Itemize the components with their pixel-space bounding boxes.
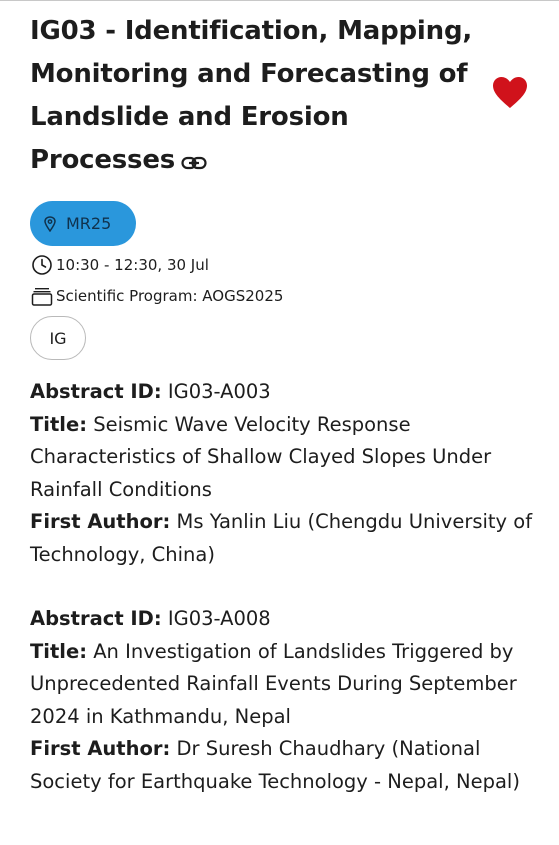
abstract-item: Abstract ID: IG03-A008 Title: An Investi… — [30, 603, 545, 798]
session-program: Scientific Program: AOGS2025 — [31, 285, 283, 307]
session-title-text: IG03 - Identification, Mapping, Monitori… — [30, 16, 473, 175]
clock-icon — [32, 255, 52, 275]
abstract-title-line: Title: Seismic Wave Velocity Response Ch… — [30, 409, 545, 507]
abstract-id-line: Abstract ID: IG03-A008 — [30, 603, 545, 636]
abstract-title: An Investigation of Landslides Triggered… — [30, 639, 517, 728]
abstract-author-line: First Author: Ms Yanlin Liu (Chengdu Uni… — [30, 506, 545, 571]
top-divider — [0, 0, 559, 1]
abstract-id-label: Abstract ID: — [30, 380, 162, 403]
abstract-id: IG03-A003 — [167, 380, 271, 403]
stack-icon — [31, 288, 53, 306]
abstract-item: Abstract ID: IG03-A003 Title: Seismic Wa… — [30, 376, 545, 571]
category-tag[interactable]: IG — [30, 316, 86, 360]
heart-icon[interactable] — [492, 76, 528, 110]
abstract-author-line: First Author: Dr Suresh Chaudhary (Natio… — [30, 733, 545, 798]
room-label: MR25 — [66, 214, 112, 233]
map-pin-icon — [44, 215, 56, 232]
abstract-title-label: Title: — [30, 412, 88, 436]
session-time: 10:30 - 12:30, 30 Jul — [31, 254, 209, 276]
abstract-id: IG03-A008 — [167, 607, 271, 630]
abstract-list: Abstract ID: IG03-A003 Title: Seismic Wa… — [30, 376, 545, 830]
abstract-title: Seismic Wave Velocity Response Character… — [30, 412, 492, 501]
abstract-id-label: Abstract ID: — [30, 607, 162, 630]
session-title: IG03 - Identification, Mapping, Monitori… — [30, 10, 475, 185]
abstract-title-line: Title: An Investigation of Landslides Tr… — [30, 636, 545, 734]
link-icon[interactable] — [181, 142, 207, 185]
abstract-title-label: Title: — [30, 639, 88, 663]
session-time-text: 10:30 - 12:30, 30 Jul — [56, 256, 209, 274]
abstract-author-label: First Author: — [30, 510, 171, 533]
session-program-text: Scientific Program: AOGS2025 — [56, 287, 284, 305]
room-badge[interactable]: MR25 — [30, 201, 136, 246]
category-tag-label: IG — [49, 328, 67, 348]
abstract-id-line: Abstract ID: IG03-A003 — [30, 376, 545, 409]
abstract-author-label: First Author: — [30, 737, 171, 760]
